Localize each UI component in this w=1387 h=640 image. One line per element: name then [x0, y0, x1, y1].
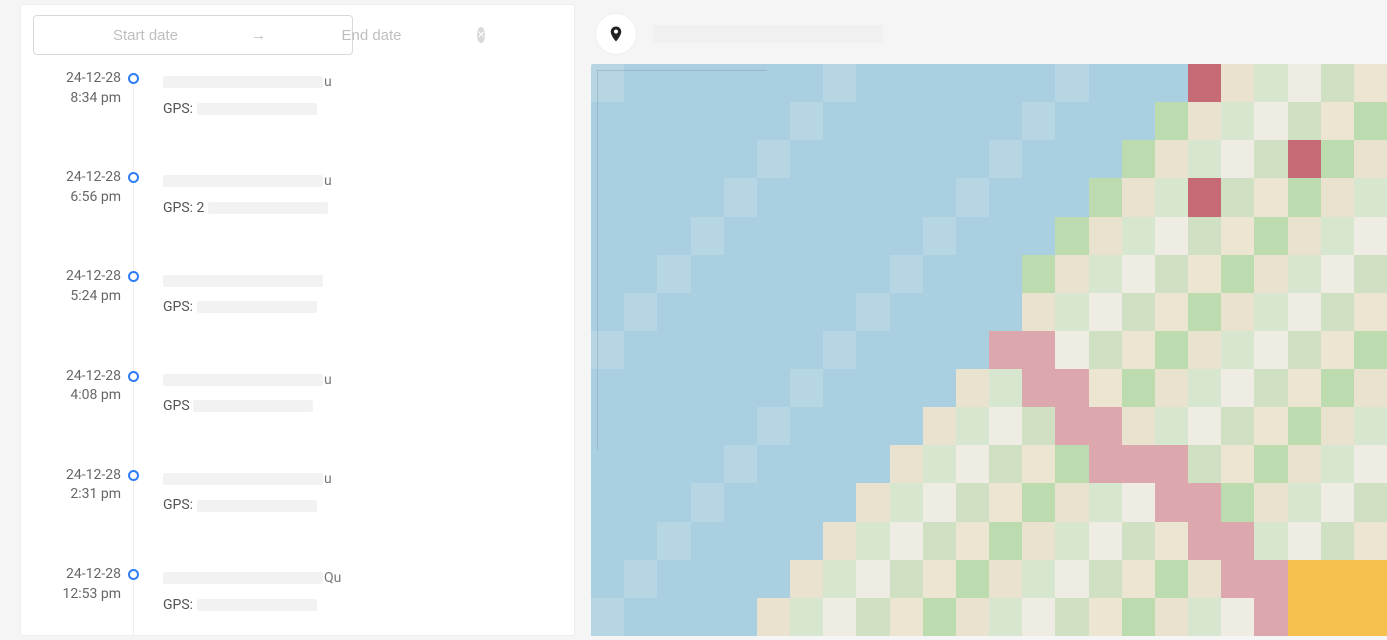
- timeline-dot-icon: [128, 470, 139, 481]
- map-header: [591, 4, 1387, 64]
- gps-label: GPS:: [163, 497, 197, 513]
- entry-title-tail: u: [324, 173, 332, 189]
- date-range-picker[interactable]: → ✕: [33, 15, 353, 55]
- redacted-text: [197, 301, 317, 313]
- entry-gps-line: GPS:: [163, 294, 562, 321]
- entry-title: [163, 267, 562, 294]
- entry-timestamp: 24-12-282:31 pm: [33, 466, 121, 505]
- entry-title-tail: u: [324, 471, 332, 487]
- redacted-text: [197, 500, 317, 512]
- entry-time: 5:24 pm: [33, 287, 121, 307]
- entry-date: 24-12-28: [33, 565, 121, 585]
- entry-gps-line: GPS: 2: [163, 195, 562, 222]
- redacted-text: [163, 473, 323, 485]
- entry-body: u GPS:: [163, 466, 562, 519]
- entry-gps-line: GPS:: [163, 96, 562, 123]
- timeline-entry[interactable]: 24-12-282:31 pmuGPS:: [133, 466, 562, 565]
- map-canvas[interactable]: [591, 64, 1387, 636]
- entry-time: 8:34 pm: [33, 89, 121, 109]
- gps-label: GPS: [163, 398, 193, 414]
- end-date-input[interactable]: [272, 27, 471, 44]
- entry-date: 24-12-28: [33, 267, 121, 287]
- entry-timestamp: 24-12-2812:53 pm: [33, 565, 121, 604]
- entry-body: GPS:: [163, 267, 562, 320]
- timeline-entry[interactable]: 24-12-288:34 pmuGPS:: [133, 69, 562, 168]
- entry-timestamp: 24-12-285:24 pm: [33, 267, 121, 306]
- entry-title: u: [163, 466, 562, 493]
- start-date-input[interactable]: [46, 27, 245, 44]
- redacted-text: [197, 103, 317, 115]
- entry-title: Qu: [163, 565, 562, 592]
- timeline-dot-icon: [128, 172, 139, 183]
- redacted-text: [163, 175, 323, 187]
- entry-title: u: [163, 168, 562, 195]
- location-pin-badge: [595, 13, 637, 55]
- clear-dates-icon[interactable]: ✕: [477, 27, 485, 43]
- gps-label: GPS:: [163, 299, 197, 315]
- map-mosaic: [591, 64, 1387, 636]
- app-root: → ✕ 24-12-288:34 pmuGPS: 24-12-286:56 pm…: [0, 0, 1387, 640]
- map-title: [653, 25, 883, 43]
- entry-gps-line: GPS:: [163, 492, 562, 519]
- timeline-entry[interactable]: 24-12-284:08 pmuGPS: [133, 367, 562, 466]
- entry-title-tail: u: [324, 372, 332, 388]
- entry-time: 6:56 pm: [33, 188, 121, 208]
- entry-time: 4:08 pm: [33, 386, 121, 406]
- redacted-text: [163, 572, 323, 584]
- redacted-text: [193, 400, 313, 412]
- timeline-dot-icon: [128, 371, 139, 382]
- timeline-panel: → ✕ 24-12-288:34 pmuGPS: 24-12-286:56 pm…: [20, 4, 575, 636]
- entry-gps-line: GPS: [163, 393, 562, 420]
- entry-timestamp: 24-12-284:08 pm: [33, 367, 121, 406]
- entry-title: u: [163, 69, 562, 96]
- redacted-text: [197, 599, 317, 611]
- entry-timestamp: 24-12-286:56 pm: [33, 168, 121, 207]
- gps-label: GPS:: [163, 597, 197, 613]
- entry-body: Qu GPS:: [163, 565, 562, 618]
- redacted-text: [208, 202, 328, 214]
- entry-timestamp: 24-12-288:34 pm: [33, 69, 121, 108]
- entry-title: u: [163, 367, 562, 394]
- map-panel: [591, 4, 1387, 636]
- timeline-scroll[interactable]: 24-12-288:34 pmuGPS: 24-12-286:56 pmuGPS…: [21, 69, 574, 635]
- entry-time: 2:31 pm: [33, 485, 121, 505]
- timeline-entry[interactable]: 24-12-286:56 pmuGPS: 2: [133, 168, 562, 267]
- redacted-text: [163, 374, 323, 386]
- entry-body: u GPS: [163, 367, 562, 420]
- location-pin-icon: [607, 23, 625, 45]
- entry-time: 12:53 pm: [33, 585, 121, 605]
- entry-date: 24-12-28: [33, 168, 121, 188]
- timeline: 24-12-288:34 pmuGPS: 24-12-286:56 pmuGPS…: [33, 69, 562, 635]
- timeline-dot-icon: [128, 569, 139, 580]
- entry-gps-line: GPS:: [163, 592, 562, 619]
- timeline-entry[interactable]: 24-12-285:24 pmGPS:: [133, 267, 562, 366]
- date-range-arrow-icon: →: [245, 26, 272, 44]
- gps-label: GPS: 2: [163, 200, 208, 216]
- entry-body: u GPS: 2: [163, 168, 562, 221]
- timeline-dot-icon: [128, 73, 139, 84]
- redacted-text: [163, 76, 323, 88]
- redacted-text: [163, 275, 323, 287]
- entry-body: u GPS:: [163, 69, 562, 122]
- entry-title-tail: Qu: [324, 570, 341, 586]
- entry-date: 24-12-28: [33, 466, 121, 486]
- gps-label: GPS:: [163, 101, 197, 117]
- entry-date: 24-12-28: [33, 69, 121, 89]
- timeline-entry[interactable]: 24-12-2812:53 pmQuGPS:: [133, 565, 562, 635]
- entry-title-tail: u: [324, 74, 332, 90]
- entry-date: 24-12-28: [33, 367, 121, 387]
- timeline-dot-icon: [128, 271, 139, 282]
